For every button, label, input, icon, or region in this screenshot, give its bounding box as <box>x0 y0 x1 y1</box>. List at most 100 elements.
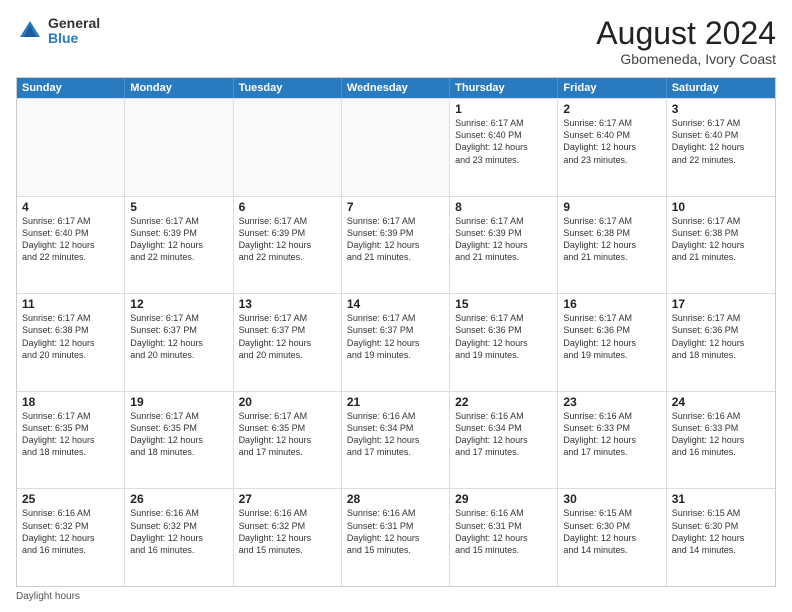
calendar-cell: 23Sunrise: 6:16 AM Sunset: 6:33 PM Dayli… <box>558 392 666 489</box>
cell-info: Sunrise: 6:17 AM Sunset: 6:37 PM Dayligh… <box>239 312 336 361</box>
day-number: 28 <box>347 492 444 506</box>
calendar-cell <box>342 99 450 196</box>
calendar-header-cell: Sunday <box>17 78 125 98</box>
cell-info: Sunrise: 6:16 AM Sunset: 6:32 PM Dayligh… <box>239 507 336 556</box>
cell-info: Sunrise: 6:17 AM Sunset: 6:37 PM Dayligh… <box>347 312 444 361</box>
title-block: August 2024 Gbomeneda, Ivory Coast <box>596 16 776 67</box>
day-number: 27 <box>239 492 336 506</box>
day-number: 26 <box>130 492 227 506</box>
calendar-row: 25 Sunrise: 6:16 AM Sunset: 6:32 PM Dayli… <box>17 488 775 586</box>
header: General Blue August 2024 Gbomeneda, Ivor… <box>16 16 776 67</box>
calendar-cell: 30Sunrise: 6:15 AM Sunset: 6:30 PM Dayli… <box>558 489 666 586</box>
day-number: 1 <box>455 102 552 116</box>
footer-note: Daylight hours <box>16 591 776 602</box>
day-number: 3 <box>672 102 770 116</box>
cell-info: Sunrise: 6:17 AM Sunset: 6:35 PM Dayligh… <box>130 410 227 459</box>
cell-info: Sunrise: 6:17 AM Sunset: 6:35 PM Dayligh… <box>239 410 336 459</box>
day-number: 16 <box>563 297 660 311</box>
calendar-cell: 4Sunrise: 6:17 AM Sunset: 6:40 PM Daylig… <box>17 197 125 294</box>
calendar-cell <box>17 99 125 196</box>
cell-info: Sunrise: 6:17 AM Sunset: 6:38 PM Dayligh… <box>22 312 119 361</box>
calendar-header-cell: Wednesday <box>342 78 450 98</box>
cell-info: Sunrise: 6:17 AM Sunset: 6:40 PM Dayligh… <box>563 117 660 166</box>
calendar-cell: 27Sunrise: 6:16 AM Sunset: 6:32 PM Dayli… <box>234 489 342 586</box>
cell-info: Sunrise: 6:17 AM Sunset: 6:40 PM Dayligh… <box>22 215 119 264</box>
day-number: 29 <box>455 492 552 506</box>
calendar-cell: 17Sunrise: 6:17 AM Sunset: 6:36 PM Dayli… <box>667 294 775 391</box>
calendar-row: 18Sunrise: 6:17 AM Sunset: 6:35 PM Dayli… <box>17 391 775 489</box>
calendar-cell: 13Sunrise: 6:17 AM Sunset: 6:37 PM Dayli… <box>234 294 342 391</box>
calendar-cell: 7Sunrise: 6:17 AM Sunset: 6:39 PM Daylig… <box>342 197 450 294</box>
day-number: 25 <box>22 492 119 506</box>
day-number: 18 <box>22 395 119 409</box>
calendar-cell: 15Sunrise: 6:17 AM Sunset: 6:36 PM Dayli… <box>450 294 558 391</box>
calendar-cell: 6Sunrise: 6:17 AM Sunset: 6:39 PM Daylig… <box>234 197 342 294</box>
cell-info: Sunrise: 6:17 AM Sunset: 6:36 PM Dayligh… <box>455 312 552 361</box>
cell-info: Sunrise: 6:16 AM Sunset: 6:33 PM Dayligh… <box>672 410 770 459</box>
day-number: 13 <box>239 297 336 311</box>
day-number: 9 <box>563 200 660 214</box>
cell-info: Sunrise: 6:16 AM Sunset: 6:31 PM Dayligh… <box>347 507 444 556</box>
main-title: August 2024 <box>596 16 776 51</box>
day-number: 24 <box>672 395 770 409</box>
calendar-cell: 29Sunrise: 6:16 AM Sunset: 6:31 PM Dayli… <box>450 489 558 586</box>
calendar-row: 11Sunrise: 6:17 AM Sunset: 6:38 PM Dayli… <box>17 293 775 391</box>
cell-info: Sunrise: 6:16 AM Sunset: 6:31 PM Dayligh… <box>455 507 552 556</box>
calendar-cell: 11Sunrise: 6:17 AM Sunset: 6:38 PM Dayli… <box>17 294 125 391</box>
cell-info: Sunrise: 6:17 AM Sunset: 6:36 PM Dayligh… <box>672 312 770 361</box>
day-number: 8 <box>455 200 552 214</box>
cell-info: Sunrise: 6:16 AM Sunset: 6:34 PM Dayligh… <box>455 410 552 459</box>
day-number: 6 <box>239 200 336 214</box>
day-number: 31 <box>672 492 770 506</box>
calendar-cell <box>234 99 342 196</box>
calendar-header-cell: Friday <box>558 78 666 98</box>
day-number: 17 <box>672 297 770 311</box>
cell-info: Sunrise: 6:17 AM Sunset: 6:40 PM Dayligh… <box>455 117 552 166</box>
calendar-cell: 1Sunrise: 6:17 AM Sunset: 6:40 PM Daylig… <box>450 99 558 196</box>
logo-blue: Blue <box>48 31 100 46</box>
page: General Blue August 2024 Gbomeneda, Ivor… <box>0 0 792 612</box>
day-number: 7 <box>347 200 444 214</box>
day-number: 15 <box>455 297 552 311</box>
calendar-cell: 28Sunrise: 6:16 AM Sunset: 6:31 PM Dayli… <box>342 489 450 586</box>
day-number: 30 <box>563 492 660 506</box>
calendar-row: 4Sunrise: 6:17 AM Sunset: 6:40 PM Daylig… <box>17 196 775 294</box>
calendar-body: 1Sunrise: 6:17 AM Sunset: 6:40 PM Daylig… <box>17 98 775 586</box>
calendar-header-cell: Thursday <box>450 78 558 98</box>
logo-text: General Blue <box>48 16 100 47</box>
calendar: SundayMondayTuesdayWednesdayThursdayFrid… <box>16 77 776 587</box>
cell-info: Sunrise: 6:17 AM Sunset: 6:40 PM Dayligh… <box>672 117 770 166</box>
cell-info: Sunrise: 6:17 AM Sunset: 6:39 PM Dayligh… <box>239 215 336 264</box>
calendar-cell: 18Sunrise: 6:17 AM Sunset: 6:35 PM Dayli… <box>17 392 125 489</box>
cell-info: Sunrise: 6:17 AM Sunset: 6:35 PM Dayligh… <box>22 410 119 459</box>
day-number: 12 <box>130 297 227 311</box>
calendar-cell: 20Sunrise: 6:17 AM Sunset: 6:35 PM Dayli… <box>234 392 342 489</box>
calendar-cell: 2Sunrise: 6:17 AM Sunset: 6:40 PM Daylig… <box>558 99 666 196</box>
calendar-header: SundayMondayTuesdayWednesdayThursdayFrid… <box>17 78 775 98</box>
cell-info: Sunrise: 6:17 AM Sunset: 6:37 PM Dayligh… <box>130 312 227 361</box>
calendar-cell: 3Sunrise: 6:17 AM Sunset: 6:40 PM Daylig… <box>667 99 775 196</box>
day-number: 19 <box>130 395 227 409</box>
day-number: 22 <box>455 395 552 409</box>
calendar-cell: 5Sunrise: 6:17 AM Sunset: 6:39 PM Daylig… <box>125 197 233 294</box>
calendar-header-cell: Saturday <box>667 78 775 98</box>
day-number: 23 <box>563 395 660 409</box>
calendar-cell: 21Sunrise: 6:16 AM Sunset: 6:34 PM Dayli… <box>342 392 450 489</box>
calendar-header-cell: Monday <box>125 78 233 98</box>
calendar-cell: 9Sunrise: 6:17 AM Sunset: 6:38 PM Daylig… <box>558 197 666 294</box>
logo-icon <box>16 17 44 45</box>
cell-info: Sunrise: 6:15 AM Sunset: 6:30 PM Dayligh… <box>672 507 770 556</box>
calendar-cell: 31Sunrise: 6:15 AM Sunset: 6:30 PM Dayli… <box>667 489 775 586</box>
logo: General Blue <box>16 16 100 47</box>
calendar-header-cell: Tuesday <box>234 78 342 98</box>
calendar-cell: 26Sunrise: 6:16 AM Sunset: 6:32 PM Dayli… <box>125 489 233 586</box>
calendar-row: 1Sunrise: 6:17 AM Sunset: 6:40 PM Daylig… <box>17 98 775 196</box>
calendar-cell: 25Sunrise: 6:16 AM Sunset: 6:32 PM Dayli… <box>17 489 125 586</box>
calendar-cell: 10Sunrise: 6:17 AM Sunset: 6:38 PM Dayli… <box>667 197 775 294</box>
cell-info: Sunrise: 6:17 AM Sunset: 6:38 PM Dayligh… <box>563 215 660 264</box>
day-number: 2 <box>563 102 660 116</box>
calendar-cell: 22Sunrise: 6:16 AM Sunset: 6:34 PM Dayli… <box>450 392 558 489</box>
day-number: 21 <box>347 395 444 409</box>
calendar-cell <box>125 99 233 196</box>
cell-info: Sunrise: 6:17 AM Sunset: 6:36 PM Dayligh… <box>563 312 660 361</box>
